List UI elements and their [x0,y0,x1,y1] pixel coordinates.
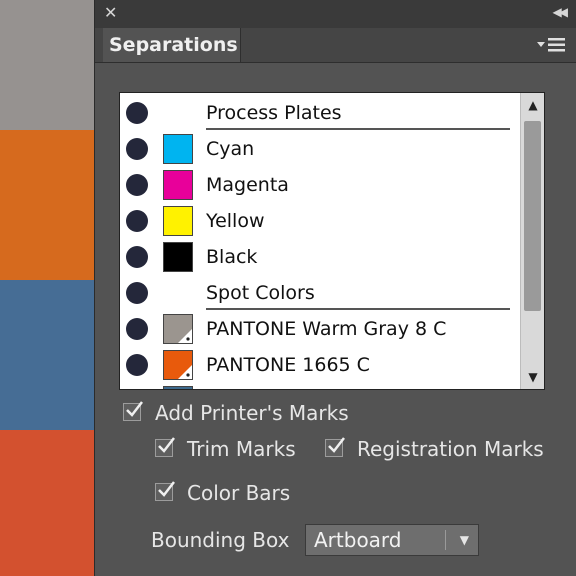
color-swatch [163,350,193,380]
bounding-box-dropdown[interactable]: Artboard ▼ [305,524,479,556]
separation-group-header[interactable]: Process Plates [120,95,516,131]
add-printers-marks-label[interactable]: Add Printer's Marks [155,401,349,425]
separation-label: Magenta [206,174,289,196]
registration-marks-label[interactable]: Registration Marks [357,437,544,461]
separation-row[interactable]: Black [120,239,516,275]
color-swatch [163,242,193,272]
separation-label: Cyan [206,138,255,160]
collapse-double-arrow-icon[interactable]: ◀◀ [553,5,569,19]
bounding-box-value: Artboard [314,528,402,552]
panel-menu-icon[interactable] [537,36,567,54]
group-header-label: Process Plates [206,102,342,124]
visibility-eye-icon[interactable] [126,210,148,232]
separation-row[interactable] [120,383,516,389]
trim-marks-checkbox[interactable] [155,437,175,457]
close-icon[interactable]: ✕ [104,4,117,22]
visibility-eye-icon[interactable] [126,318,148,340]
artboard-red-band [0,430,94,576]
artboard-blue-band [0,280,94,430]
color-swatch [163,134,193,164]
tab-separations-label: Separations [109,34,238,56]
panel-tab-row: Separations [95,28,576,63]
visibility-eye-icon[interactable] [126,138,148,160]
chevron-down-icon: ▼ [459,533,469,547]
separation-row[interactable]: Magenta [120,167,516,203]
separation-label: Black [206,246,258,268]
separation-group-header[interactable]: Spot Colors [120,275,516,311]
separation-row[interactable]: PANTONE Warm Gray 8 C [120,311,516,347]
trim-marks-label[interactable]: Trim Marks [187,437,296,461]
bounding-box-label: Bounding Box [151,528,290,552]
color-swatch [163,170,193,200]
separation-label: PANTONE 1665 C [206,354,370,376]
color-swatch [163,314,193,344]
color-swatch [163,206,193,236]
panel-titlebar: ✕ ◀◀ [95,0,576,29]
separation-label: PANTONE Warm Gray 8 C [206,318,447,340]
color-swatch [163,386,193,389]
registration-marks-checkbox[interactable] [325,437,345,457]
visibility-eye-icon[interactable] [126,282,148,304]
separation-row[interactable]: Yellow [120,203,516,239]
scroll-up-arrow-icon[interactable]: ▲ [521,93,544,117]
visibility-eye-icon[interactable] [126,246,148,268]
visibility-eye-icon[interactable] [126,174,148,196]
visibility-eye-icon[interactable] [126,354,148,376]
separations-panel: ✕ ◀◀ Separations Process Plates Cyan Magen… [94,0,576,576]
spot-color-corner-icon [178,329,192,343]
scroll-thumb[interactable] [524,121,541,311]
visibility-eye-icon[interactable] [126,102,148,124]
artboard-gray-band [0,0,94,130]
add-printers-marks-checkbox[interactable] [123,401,143,421]
separation-row[interactable]: PANTONE 1665 C [120,347,516,383]
separation-row[interactable]: Cyan [120,131,516,167]
artboard-orange-band [0,130,94,280]
group-header-divider [206,308,510,310]
separation-label: Yellow [206,210,265,232]
color-bars-label[interactable]: Color Bars [187,481,290,505]
separations-list: Process Plates Cyan Magenta Yellow Black Spot… [119,92,545,390]
color-bars-checkbox[interactable] [155,481,175,501]
list-scrollbar[interactable]: ▲ ▼ [520,93,544,389]
group-header-label: Spot Colors [206,282,315,304]
tab-separations[interactable]: Separations [103,28,241,62]
dropdown-separator [445,530,446,550]
spot-color-corner-icon [178,365,192,379]
scroll-down-arrow-icon[interactable]: ▼ [521,365,544,389]
group-header-divider [206,128,510,130]
